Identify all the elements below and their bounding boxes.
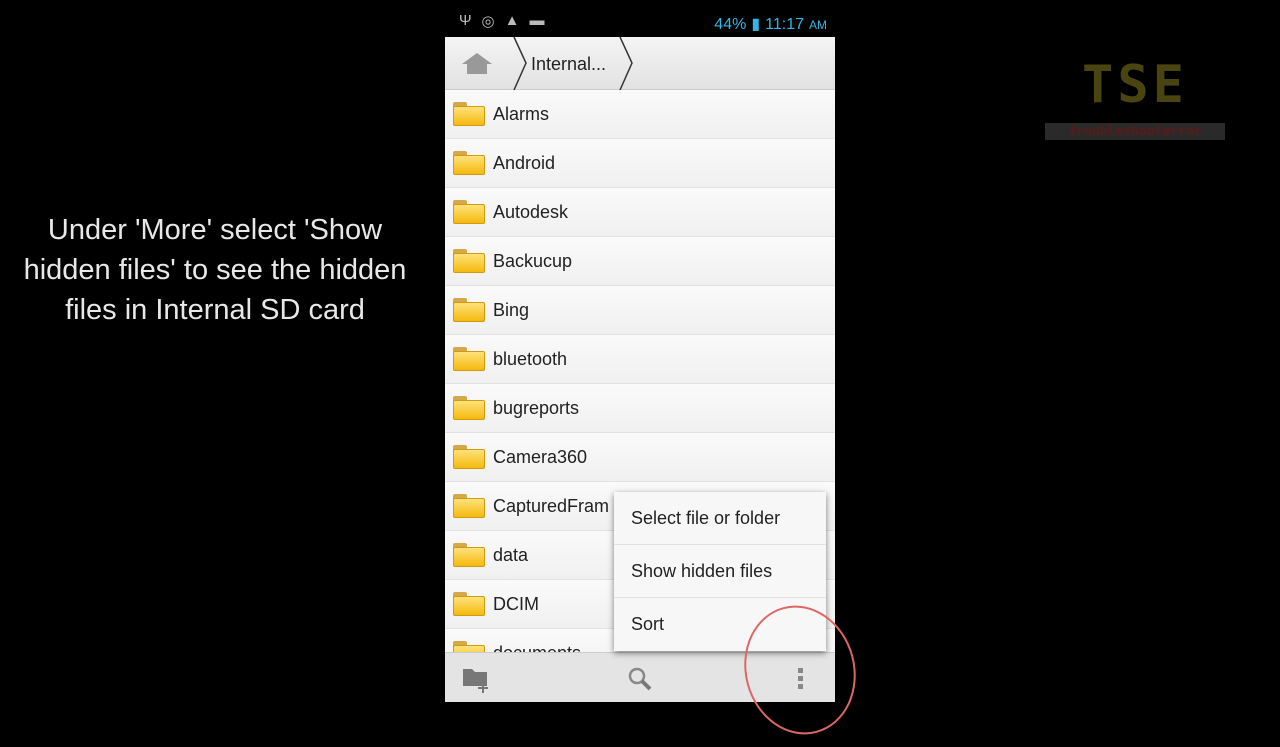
folder-row[interactable]: Camera360 [445,433,835,482]
folder-icon [453,592,485,616]
breadcrumb-internal[interactable]: Internal... [531,54,606,75]
folder-icon [453,543,485,567]
usb-icon: Ψ [459,12,472,29]
breadcrumb-separator [619,37,633,90]
battery-icon: ▮ [751,16,761,33]
folder-icon [453,249,485,273]
folder-row[interactable]: Alarms [445,90,835,139]
folder-row[interactable]: Bing [445,286,835,335]
new-folder-icon[interactable] [461,665,493,693]
logo-subtitle: troubleshooterror [1045,123,1225,140]
folder-row[interactable]: Backucup [445,237,835,286]
folder-name: Android [493,152,556,173]
folder-name: Alarms [493,103,550,124]
logo: TSE troubleshooterror [1045,55,1225,140]
music-icon: ◎ [481,13,495,30]
folder-icon [453,494,485,518]
folder-name: Autodesk [493,201,569,222]
menu-item-show-hidden-files[interactable]: Show hidden files [614,545,826,598]
search-icon[interactable] [626,665,654,693]
folder-name: Camera360 [493,446,588,467]
folder-row[interactable]: bugreports [445,384,835,433]
folder-icon [453,151,485,175]
folder-name: bluetooth [493,348,568,369]
folder-row[interactable]: Android [445,139,835,188]
clock: 11:17 [765,16,804,33]
android-icon: ▬ [529,12,545,29]
clock-ampm: AM [809,18,827,32]
menu-item-select[interactable]: Select file or folder [614,492,826,545]
folder-row[interactable]: Autodesk [445,188,835,237]
folder-icon [453,396,485,420]
home-icon[interactable] [461,51,493,75]
folder-icon [453,445,485,469]
warning-icon: ▲ [504,12,520,29]
folder-name: bugreports [493,397,580,418]
folder-icon [453,298,485,322]
folder-icon [453,200,485,224]
breadcrumb-separator [513,37,527,90]
folder-row[interactable]: bluetooth [445,335,835,384]
status-bar: Ψ ◎ ▲ ▬ 44% ▮ 11:17 AM [445,0,835,37]
tutorial-caption: Under 'More' select 'Show hidden files' … [23,214,407,326]
folder-name: Backucup [493,250,573,271]
folder-name: data [493,544,529,565]
folder-name: DCIM [493,593,539,614]
battery-percent: 44% [714,16,747,33]
folder-name: Bing [493,299,530,320]
folder-icon [453,102,485,126]
breadcrumb: Internal... [445,37,835,90]
logo-title: TSE [1082,55,1188,115]
folder-name: CapturedFram [493,495,610,516]
folder-icon [453,347,485,371]
